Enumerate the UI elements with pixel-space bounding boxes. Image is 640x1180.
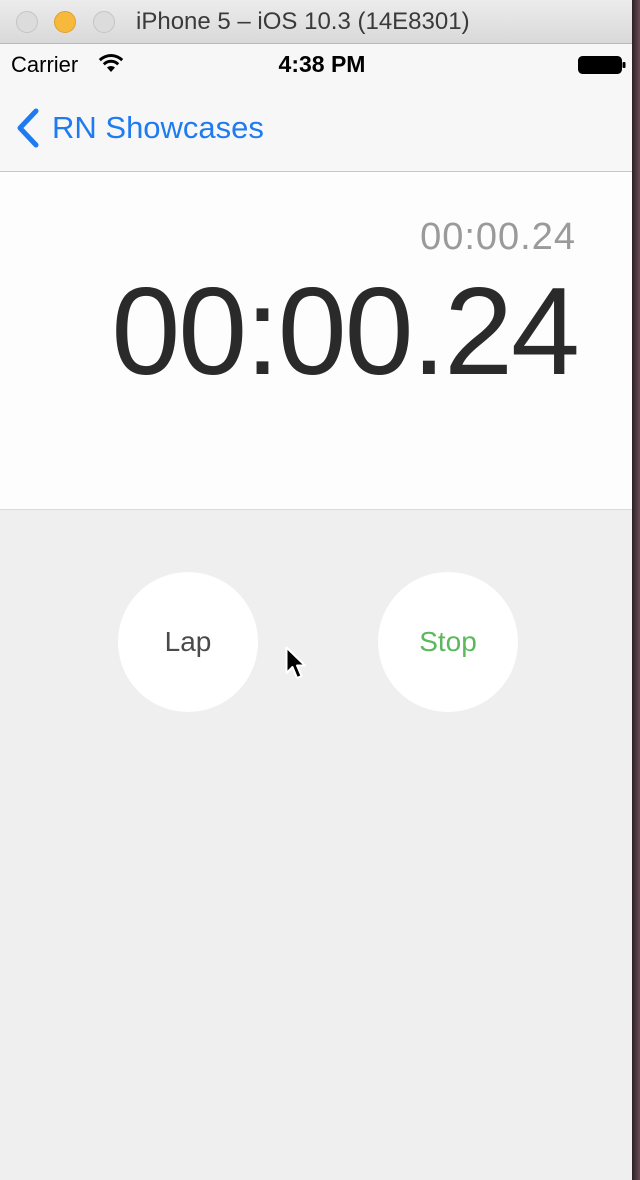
main-time-readout: 00:00.24 bbox=[111, 263, 580, 401]
battery-icon bbox=[578, 56, 626, 74]
status-time: 4:38 PM bbox=[278, 51, 366, 77]
mouse-pointer-icon bbox=[285, 646, 306, 679]
navigation-bar: RN Showcases bbox=[0, 84, 632, 172]
lap-time-readout: 00:00.24 bbox=[420, 216, 576, 258]
stop-button[interactable]: Stop bbox=[378, 572, 518, 712]
stopwatch-display: 00:00.24 00:00.24 bbox=[0, 172, 632, 510]
back-button-label: RN Showcases bbox=[52, 110, 264, 145]
close-window-button[interactable] bbox=[16, 11, 38, 33]
zoom-window-button[interactable] bbox=[93, 11, 115, 33]
ios-status-bar: Carrier 4:38 PM bbox=[0, 44, 632, 84]
minimize-window-button[interactable] bbox=[54, 11, 76, 33]
desktop-background bbox=[632, 0, 640, 1180]
stop-button-label: Stop bbox=[419, 626, 477, 657]
lap-button[interactable]: Lap bbox=[118, 572, 258, 712]
back-button[interactable]: RN Showcases bbox=[14, 106, 264, 150]
simulator-window: iPhone 5 – iOS 10.3 (14E8301) Carrier 4:… bbox=[0, 0, 632, 1180]
lap-button-label: Lap bbox=[164, 626, 212, 657]
window-titlebar: iPhone 5 – iOS 10.3 (14E8301) bbox=[0, 0, 632, 44]
chevron-left-icon bbox=[17, 108, 39, 148]
stopwatch-controls: Lap Stop bbox=[0, 510, 632, 1180]
window-title: iPhone 5 – iOS 10.3 (14E8301) bbox=[136, 8, 470, 35]
